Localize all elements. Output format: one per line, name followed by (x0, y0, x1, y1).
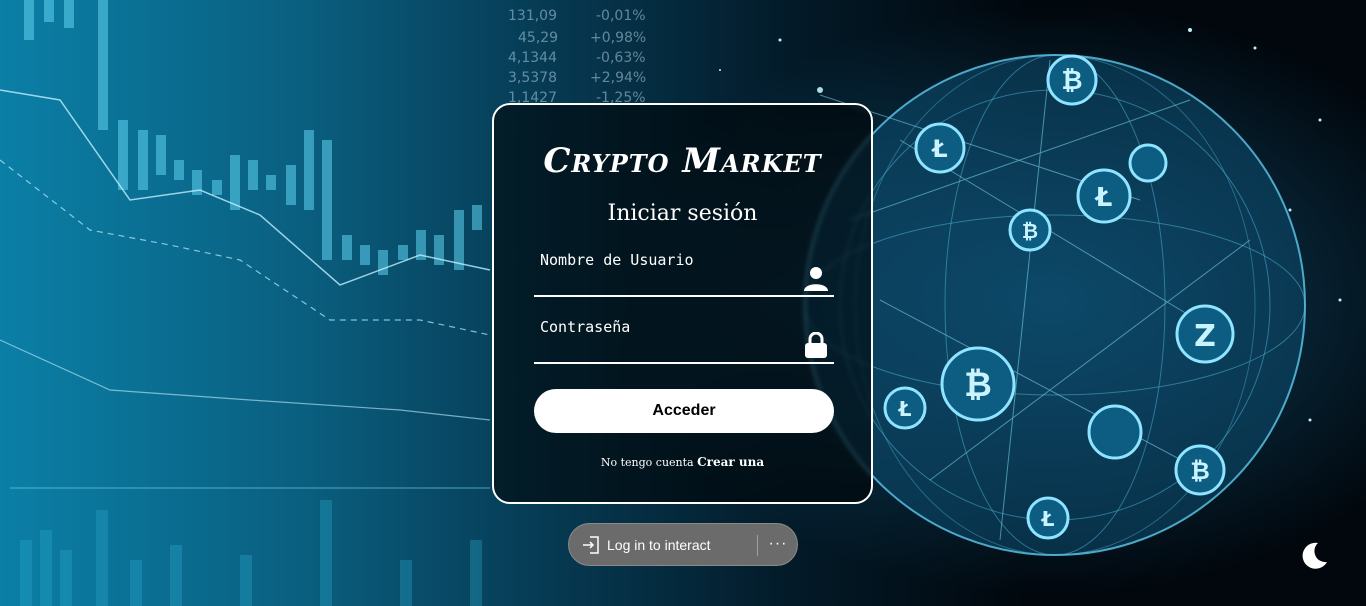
login-to-interact-bar[interactable]: Log in to interact ··· (568, 523, 798, 566)
svg-text:Ł: Ł (898, 397, 912, 421)
more-options-icon[interactable]: ··· (767, 534, 789, 556)
svg-text:Ł: Ł (930, 135, 947, 163)
password-field[interactable]: Contraseña (534, 318, 834, 364)
ticker-change: +2,94% (590, 70, 646, 86)
ticker-value: 45,29 (518, 30, 558, 46)
create-account-link[interactable]: Crear una (697, 455, 764, 469)
svg-text:Ł: Ł (1041, 507, 1055, 531)
login-card: Crypto Market Iniciar sesión Nombre de U… (492, 103, 873, 504)
moon-icon[interactable] (1298, 540, 1330, 572)
svg-text:Ł: Ł (1094, 183, 1113, 213)
user-icon (804, 267, 828, 291)
svg-text:₿: ₿ (1190, 457, 1210, 485)
password-label: Contraseña (540, 318, 631, 336)
svg-text:Z: Z (1194, 319, 1216, 354)
ticker-change: +0,98% (590, 30, 646, 46)
brand-title: Crypto Market (543, 141, 822, 181)
username-label: Nombre de Usuario (540, 251, 694, 269)
svg-text:₿: ₿ (1022, 219, 1038, 243)
svg-text:₿: ₿ (964, 365, 992, 405)
username-field[interactable]: Nombre de Usuario (534, 251, 834, 297)
signup-prompt: No tengo cuenta Crear una (494, 455, 871, 469)
lock-icon (805, 332, 827, 358)
divider (757, 535, 758, 556)
ticker-value: 3,5378 (508, 70, 557, 86)
svg-text:₿: ₿ (1061, 66, 1082, 96)
ticker-value: 4,1344 (508, 50, 557, 66)
ticker-change: -0,63% (596, 50, 646, 66)
page-title: Iniciar sesión (607, 201, 758, 226)
no-account-text: No tengo cuenta (600, 456, 694, 469)
login-icon (583, 535, 599, 554)
login-submit-button[interactable]: Acceder (534, 389, 834, 433)
ticker-value: 131,09 (508, 8, 557, 24)
crypto-globe: ₿ Ł Ł ₿ Z ₿ ₿ Ł Ł (804, 54, 1306, 556)
ticker-change: -0,01% (596, 8, 646, 24)
login-to-interact-label[interactable]: Log in to interact (607, 537, 711, 553)
